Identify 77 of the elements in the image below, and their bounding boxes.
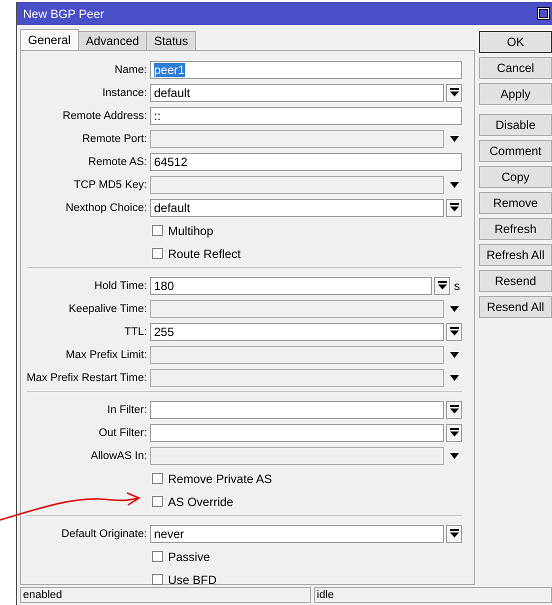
dropdown-button[interactable] — [446, 524, 462, 542]
checkbox-label: Route Reflect — [168, 246, 241, 260]
dropdown-arrow-icon[interactable] — [450, 306, 458, 312]
dropdown-button[interactable] — [446, 400, 462, 418]
field-label: Remote AS: — [87, 156, 148, 168]
dropdown-button[interactable] — [446, 322, 462, 340]
checkbox-label: AS Override — [168, 494, 234, 508]
combo-field[interactable] — [150, 400, 444, 418]
field-label: AllowAS In: — [90, 450, 148, 462]
dropdown-button[interactable] — [446, 198, 462, 216]
combo-field[interactable]: default — [150, 198, 444, 216]
dialog-button[interactable]: Resend All — [479, 296, 552, 318]
status-cell: idle — [314, 587, 552, 603]
combo-field[interactable]: default — [150, 84, 444, 102]
dialog-button[interactable]: Refresh — [479, 218, 552, 240]
checkbox[interactable] — [152, 248, 163, 259]
down-arrow-icon — [450, 529, 458, 538]
field-label: TCP MD5 Key: — [72, 178, 148, 190]
dialog-button[interactable]: Resend — [479, 270, 552, 292]
dropdown-arrow-icon[interactable] — [450, 352, 458, 358]
window-title: New BGP Peer — [23, 6, 104, 20]
tab[interactable]: Advanced — [78, 31, 148, 50]
dropdown-button[interactable] — [434, 276, 450, 294]
dialog-button[interactable]: Disable — [479, 114, 552, 136]
checkbox[interactable] — [152, 225, 163, 236]
text-field[interactable]: 64512 — [150, 152, 462, 170]
field-label: Hold Time: — [93, 280, 148, 292]
combo-field[interactable]: 180 — [150, 276, 432, 294]
unit-label: s — [453, 278, 461, 292]
combo-field[interactable]: 255 — [150, 322, 444, 340]
dialog-button[interactable]: Refresh All — [479, 244, 552, 266]
checkbox-label: Passive — [168, 550, 210, 564]
checkbox-label: Use BFD — [168, 572, 217, 586]
dropdown-arrow-icon[interactable] — [450, 136, 458, 142]
status-cell: enabled — [20, 587, 311, 603]
checkbox[interactable] — [152, 574, 163, 585]
field-label: Max Prefix Restart Time: — [26, 372, 148, 384]
combo-field[interactable] — [150, 424, 444, 442]
dialog-button[interactable]: Cancel — [479, 57, 552, 79]
field-label: Instance: — [101, 86, 148, 98]
dialog-button[interactable]: Apply — [479, 83, 552, 105]
field-label: Keepalive Time: — [68, 302, 148, 314]
combo-field[interactable]: never — [150, 524, 444, 542]
dropdown-arrow-icon[interactable] — [450, 374, 458, 380]
field-label: Name: — [114, 64, 148, 76]
down-arrow-icon — [438, 281, 446, 290]
dialog-button[interactable]: Remove — [479, 192, 552, 214]
checkbox[interactable] — [152, 473, 163, 484]
tab[interactable]: General — [20, 29, 79, 50]
down-arrow-icon — [450, 405, 458, 414]
dialog-button[interactable]: Copy — [479, 166, 552, 188]
tab[interactable]: Status — [146, 31, 196, 50]
dropdown-button[interactable] — [446, 84, 462, 102]
dialog-button[interactable]: OK — [479, 31, 552, 53]
down-arrow-icon — [450, 428, 458, 437]
maximize-icon[interactable] — [537, 7, 550, 20]
dropdown-button[interactable] — [446, 424, 462, 442]
field-label: Default Originate: — [60, 528, 148, 540]
field-label: Nexthop Choice: — [64, 202, 148, 214]
text-field[interactable]: peer1 — [150, 60, 462, 78]
down-arrow-icon — [450, 88, 458, 97]
down-arrow-icon — [450, 203, 458, 212]
field-label: Out Filter: — [98, 426, 148, 438]
dropdown-arrow-icon[interactable] — [450, 452, 458, 458]
down-arrow-icon — [450, 327, 458, 336]
field-label: TTL: — [123, 326, 148, 338]
checkbox[interactable] — [152, 496, 163, 507]
checkbox-label: Remove Private AS — [168, 472, 272, 486]
dialog-button[interactable]: Comment — [479, 140, 552, 162]
field-label: Remote Address: — [62, 110, 148, 122]
checkbox[interactable] — [152, 551, 163, 562]
dropdown-arrow-icon[interactable] — [450, 182, 458, 188]
field-label: Max Prefix Limit: — [64, 348, 148, 360]
field-label: Remote Port: — [81, 132, 148, 144]
field-label: In Filter: — [106, 404, 148, 416]
checkbox-label: Multihop — [168, 224, 214, 238]
text-field[interactable]: :: — [150, 106, 462, 124]
